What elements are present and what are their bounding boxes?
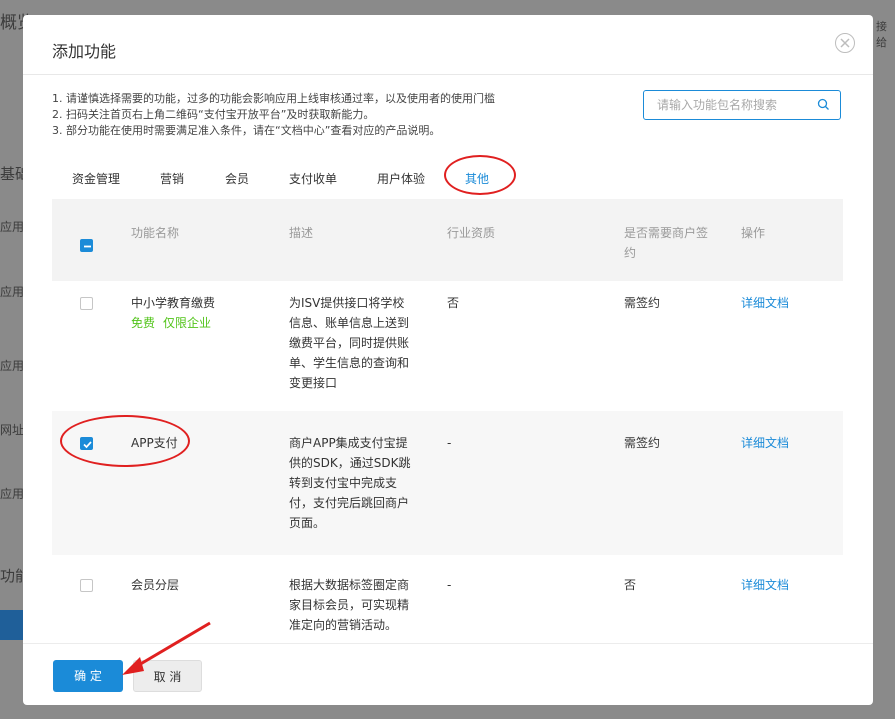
- annotation-circle-app-pay: [60, 415, 190, 467]
- search-icon[interactable]: [817, 98, 830, 111]
- confirm-button[interactable]: 确 定: [53, 660, 123, 692]
- tag-enterprise-only: 仅限企业: [163, 316, 212, 330]
- add-function-dialog: 添加功能 1. 请谨慎选择需要的功能，过多的功能会影响应用上线审核通过率，以及使…: [23, 15, 873, 705]
- desc-line: 准定向的营销活动。: [289, 618, 398, 632]
- note-line: 2. 扫码关注首页右上角二维码“支付宝开放平台”及时获取新能力。: [52, 108, 375, 121]
- tab-fund-management[interactable]: 资金管理: [72, 170, 120, 187]
- bg-top-right-text: 接给: [876, 20, 887, 49]
- function-desc: 商户APP集成支付宝提 供的SDK，通过SDK跳 转到支付宝中完成支 付，支付完…: [289, 433, 419, 533]
- desc-line: 付，支付完后跳回商户: [289, 496, 410, 510]
- desc-line: 为ISV提供接口将学校: [289, 296, 405, 310]
- desc-line: 转到支付宝中完成支: [289, 476, 398, 490]
- desc-line: 单、学生信息的查询和: [289, 356, 410, 370]
- sign-value: 否: [624, 578, 637, 592]
- table-row: 中小学教育缴费 免费 仅限企业 为ISV提供接口将学校 信息、账单信息上送到 缴费…: [52, 281, 843, 411]
- function-name: 中小学教育缴费: [131, 296, 216, 310]
- sign-value: 需签约: [624, 296, 661, 310]
- qualification-value: -: [447, 436, 452, 450]
- function-desc: 根据大数据标签圈定商 家目标会员，可实现精 准定向的营销活动。: [289, 575, 419, 635]
- qualification-value: -: [447, 578, 452, 592]
- bg-button-strip: [0, 610, 24, 640]
- header-name: 功能名称: [131, 226, 180, 240]
- desc-line: 根据大数据标签圈定商: [289, 578, 410, 592]
- note-line: 3. 部分功能在使用时需要满足准入条件，请在“文档中心”查看对应的产品说明。: [52, 124, 441, 137]
- close-icon[interactable]: [835, 33, 855, 53]
- desc-line: 页面。: [289, 516, 326, 530]
- search-input[interactable]: [655, 97, 819, 113]
- function-desc: 为ISV提供接口将学校 信息、账单信息上送到 缴费平台，同时提供账 单、学生信息…: [289, 293, 419, 393]
- header-sign: 是否需要商户签 约: [624, 223, 708, 263]
- desc-line: 信息、账单信息上送到: [289, 316, 410, 330]
- header-sign-line: 约: [624, 246, 637, 260]
- function-name: 会员分层: [131, 578, 180, 592]
- table-header: 功能名称 描述 行业资质 是否需要商户签 约 操作: [52, 199, 843, 281]
- desc-line: 供的SDK，通过SDK跳: [289, 456, 411, 470]
- desc-line: 家目标会员，可实现精: [289, 598, 410, 612]
- tag-free: 免费: [131, 316, 156, 330]
- header-action: 操作: [741, 226, 766, 240]
- header-qualification: 行业资质: [447, 226, 496, 240]
- header-desc: 描述: [289, 226, 314, 240]
- header-sign-line: 是否需要商户签: [624, 226, 709, 240]
- detail-doc-link[interactable]: 详细文档: [741, 575, 789, 595]
- tab-membership[interactable]: 会员: [225, 170, 249, 187]
- tab-payment[interactable]: 支付收单: [289, 170, 337, 187]
- sign-value: 需签约: [624, 436, 661, 450]
- row-checkbox[interactable]: [80, 297, 93, 310]
- tab-marketing[interactable]: 营销: [160, 170, 184, 187]
- annotation-circle-tab: [444, 155, 516, 195]
- detail-doc-link[interactable]: 详细文档: [741, 293, 789, 313]
- desc-line: 变更接口: [289, 376, 338, 390]
- note-line: 1. 请谨慎选择需要的功能，过多的功能会影响应用上线审核通过率，以及使用者的使用…: [52, 92, 495, 105]
- select-all-checkbox[interactable]: [80, 239, 93, 252]
- function-tags: 免费 仅限企业: [131, 313, 219, 333]
- header-divider: [23, 74, 873, 75]
- qualification-value: 否: [447, 296, 460, 310]
- annotation-arrow: [122, 621, 211, 675]
- dialog-notes: 1. 请谨慎选择需要的功能，过多的功能会影响应用上线审核通过率，以及使用者的使用…: [52, 91, 495, 139]
- detail-doc-link[interactable]: 详细文档: [741, 433, 789, 453]
- row-checkbox[interactable]: [80, 579, 93, 592]
- desc-line: 商户APP集成支付宝提: [289, 436, 408, 450]
- dialog-title: 添加功能: [52, 42, 117, 61]
- desc-line: 缴费平台，同时提供账: [289, 336, 410, 350]
- search-box: [643, 90, 841, 120]
- tab-user-experience[interactable]: 用户体验: [377, 170, 425, 187]
